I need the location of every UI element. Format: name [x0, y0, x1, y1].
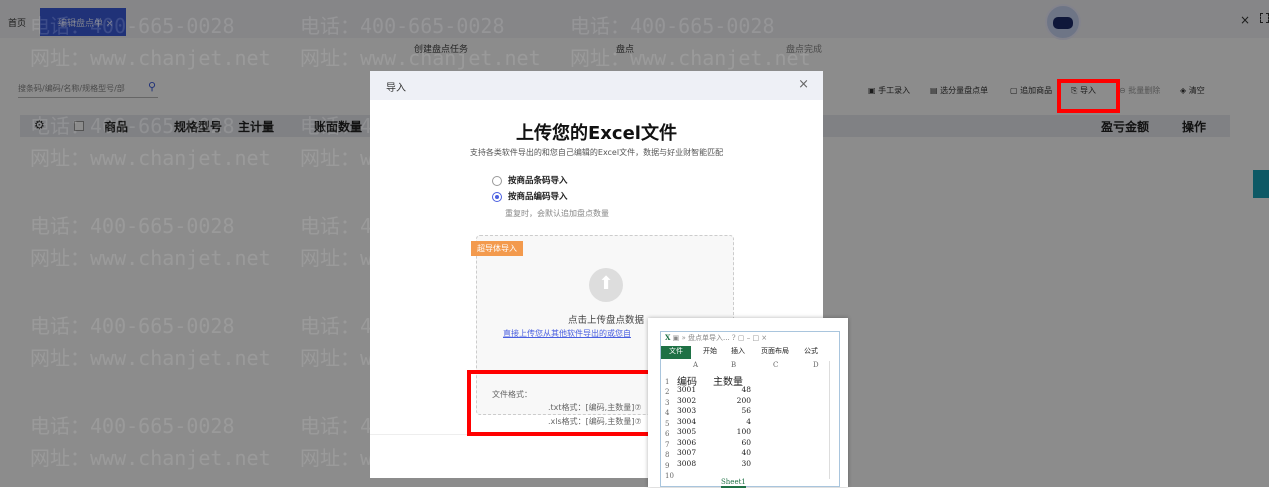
excel-grid: A B C D 1 2 3 4 5 6 7 8 9 10 编码 主数量 3001 48 3002 200 3003 56 3…: [663, 361, 828, 481]
excel-cell-qty: 60: [741, 437, 751, 447]
badge: 超导体导入: [471, 241, 523, 256]
watermark-site: 网址：www.chanjet.net: [30, 246, 271, 270]
dialog-subtitle: 支持各类软件导出的和您自己编辑的Excel文件，数据与好业财智能匹配: [469, 148, 724, 157]
excel-row-number: 6: [665, 430, 670, 438]
dialog-title: 导入: [370, 71, 823, 100]
watermark-phone: 电话：400-665-0028: [300, 14, 505, 38]
excel-cell-code: 3002: [677, 395, 697, 405]
watermark-site: 网址：www.chanjet.net: [30, 46, 271, 70]
excel-cell-code: 3007: [677, 448, 697, 457]
watermark-site: 网址：www.chanjet.net: [30, 146, 271, 170]
excel-cell-qty: 200: [736, 395, 751, 405]
highlight-formats: [467, 370, 657, 436]
upload-icon[interactable]: ⬆: [589, 268, 623, 302]
excel-row-number: 2: [665, 388, 670, 396]
watermark-site: 网址：www.chanjet.net: [300, 46, 541, 70]
excel-cell-qty: 4: [746, 416, 751, 426]
excel-col-header: A: [693, 361, 699, 369]
excel-row-number: 3: [665, 398, 670, 407]
excel-cell-qty: 30: [741, 458, 751, 468]
excel-titlebar: X ▣ » 盘点单导入... ? ▢ – □ ×: [665, 333, 768, 342]
watermark-phone: 电话：400-665-0028: [30, 414, 235, 438]
excel-menu-layout[interactable]: 页面布局: [761, 346, 789, 356]
excel-row-number: 1: [665, 377, 670, 386]
dialog-close-icon[interactable]: ×: [798, 77, 809, 92]
excel-menu-formulas[interactable]: 公式: [804, 346, 818, 356]
excel-cell-code: 3006: [677, 437, 697, 447]
excel-cell-qty: 56: [741, 406, 751, 415]
excel-cell-code: 3005: [677, 427, 697, 436]
excel-row-number: 8: [665, 451, 670, 459]
watermark-phone: 电话：400-665-0028: [30, 114, 235, 138]
watermark-phone: 电话：400-665-0028: [30, 214, 235, 238]
watermark-phone: 电话：400-665-0028: [30, 14, 235, 38]
radio-barcode-import[interactable]: 按商品条码导入: [492, 174, 568, 186]
excel-col-header: B: [731, 361, 737, 369]
excel-row-number: 5: [665, 419, 670, 428]
excel-example-popup: X ▣ » 盘点单导入... ? ▢ – □ × 文件 开始 插入 页面布局 公…: [648, 318, 848, 488]
excel-row-number: 4: [665, 409, 670, 417]
excel-row-number: 7: [665, 440, 670, 449]
excel-ribbon: 文件 开始 插入 页面布局 公式: [661, 346, 839, 359]
upload-link[interactable]: 直接上传您从其他软件导出的或您自: [503, 328, 631, 339]
excel-menu-home[interactable]: 开始: [703, 346, 717, 356]
excel-row-number: 9: [665, 461, 670, 470]
excel-window: X ▣ » 盘点单导入... ? ▢ – □ × 文件 开始 插入 页面布局 公…: [660, 331, 840, 488]
label: 按商品编码导入: [508, 192, 568, 202]
excel-col-header: D: [813, 361, 819, 369]
duplicate-hint: 重复时，会默认追加盘点数量: [505, 209, 609, 218]
dialog-heading: 上传您的Excel文件: [516, 123, 677, 144]
watermark-phone: 电话：400-665-0028: [30, 314, 235, 338]
excel-row-number: 10: [665, 472, 674, 480]
radio-code-import[interactable]: 按商品编码导入: [492, 190, 568, 202]
watermark-phone: 电话：400-665-0028: [570, 14, 775, 38]
excel-cell-code: 3004: [677, 416, 697, 426]
watermark-site: 网址：www.chanjet.net: [30, 346, 271, 370]
excel-menu-insert[interactable]: 插入: [731, 346, 745, 356]
excel-cell-qty: 48: [741, 385, 751, 394]
excel-col-header: C: [773, 361, 779, 369]
excel-scrollbar[interactable]: [829, 361, 838, 479]
watermark-site: 网址：www.chanjet.net: [570, 46, 811, 70]
watermark-site: 网址：www.chanjet.net: [30, 446, 271, 470]
excel-cell-code: 3003: [677, 406, 697, 415]
excel-cell-code: 3008: [677, 458, 697, 468]
excel-cell-qty: 40: [741, 448, 751, 457]
highlight-import-button: [1057, 79, 1120, 113]
excel-cell-qty: 100: [736, 427, 751, 436]
label: 按商品条码导入: [508, 176, 568, 186]
excel-cell-code: 3001: [677, 385, 697, 394]
excel-title: 盘点单导入...: [688, 334, 730, 342]
excel-menu-file[interactable]: 文件: [661, 346, 691, 359]
